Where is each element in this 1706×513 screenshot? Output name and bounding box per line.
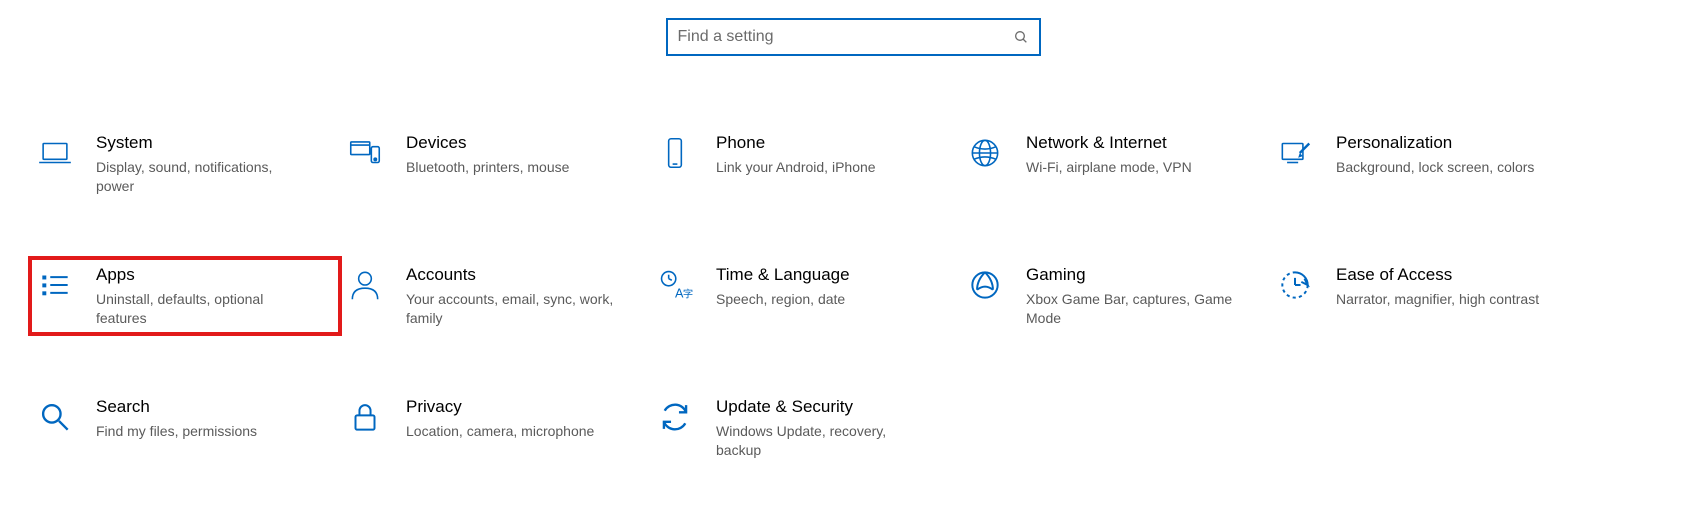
tile-gaming[interactable]: Gaming Xbox Game Bar, captures, Game Mod… [960, 258, 1270, 334]
person-icon [346, 266, 384, 304]
tile-phone[interactable]: Phone Link your Android, iPhone [650, 126, 960, 202]
tile-desc: Bluetooth, printers, mouse [406, 158, 569, 177]
tile-desc: Location, camera, microphone [406, 422, 594, 441]
tile-search[interactable]: Search Find my files, permissions [30, 390, 340, 466]
magnifier-icon [36, 398, 74, 436]
tile-system[interactable]: System Display, sound, notifications, po… [30, 126, 340, 202]
tile-title: Ease of Access [1336, 264, 1539, 286]
tile-desc: Uninstall, defaults, optional features [96, 290, 306, 328]
tile-title: Gaming [1026, 264, 1236, 286]
search-icon [1013, 29, 1029, 45]
svg-text:字: 字 [683, 288, 693, 301]
tile-title: Accounts [406, 264, 616, 286]
apps-list-icon [36, 266, 74, 304]
tile-desc: Windows Update, recovery, backup [716, 422, 926, 460]
tile-ease-of-access[interactable]: Ease of Access Narrator, magnifier, high… [1270, 258, 1580, 334]
search-box[interactable] [666, 18, 1041, 56]
ease-of-access-icon [1276, 266, 1314, 304]
settings-grid: System Display, sound, notifications, po… [0, 126, 1706, 466]
tile-title: Search [96, 396, 257, 418]
tile-title: Time & Language [716, 264, 850, 286]
tile-desc: Wi-Fi, airplane mode, VPN [1026, 158, 1192, 177]
tile-network[interactable]: Network & Internet Wi-Fi, airplane mode,… [960, 126, 1270, 202]
tile-desc: Xbox Game Bar, captures, Game Mode [1026, 290, 1236, 328]
phone-icon [656, 134, 694, 172]
tile-title: Phone [716, 132, 876, 154]
lock-icon [346, 398, 384, 436]
devices-icon [346, 134, 384, 172]
tile-title: Apps [96, 264, 306, 286]
gaming-icon [966, 266, 1004, 304]
tile-apps[interactable]: Apps Uninstall, defaults, optional featu… [30, 258, 340, 334]
tile-time-language[interactable]: A 字 Time & Language Speech, region, date [650, 258, 960, 334]
time-language-icon: A 字 [656, 266, 694, 304]
tile-title: Network & Internet [1026, 132, 1192, 154]
tile-privacy[interactable]: Privacy Location, camera, microphone [340, 390, 650, 466]
tile-title: Privacy [406, 396, 594, 418]
sync-icon [656, 398, 694, 436]
tile-desc: Narrator, magnifier, high contrast [1336, 290, 1539, 309]
tile-desc: Link your Android, iPhone [716, 158, 876, 177]
tile-title: System [96, 132, 306, 154]
tile-title: Personalization [1336, 132, 1534, 154]
tile-personalization[interactable]: Personalization Background, lock screen,… [1270, 126, 1580, 202]
tile-desc: Your accounts, email, sync, work, family [406, 290, 616, 328]
globe-icon [966, 134, 1004, 172]
personalization-icon [1276, 134, 1314, 172]
tile-title: Devices [406, 132, 569, 154]
tile-update-security[interactable]: Update & Security Windows Update, recove… [650, 390, 960, 466]
tile-title: Update & Security [716, 396, 926, 418]
tile-accounts[interactable]: Accounts Your accounts, email, sync, wor… [340, 258, 650, 334]
tile-devices[interactable]: Devices Bluetooth, printers, mouse [340, 126, 650, 202]
tile-desc: Find my files, permissions [96, 422, 257, 441]
tile-desc: Background, lock screen, colors [1336, 158, 1534, 177]
laptop-icon [36, 134, 74, 172]
tile-desc: Display, sound, notifications, power [96, 158, 306, 196]
tile-desc: Speech, region, date [716, 290, 850, 309]
search-input[interactable] [678, 28, 1005, 46]
